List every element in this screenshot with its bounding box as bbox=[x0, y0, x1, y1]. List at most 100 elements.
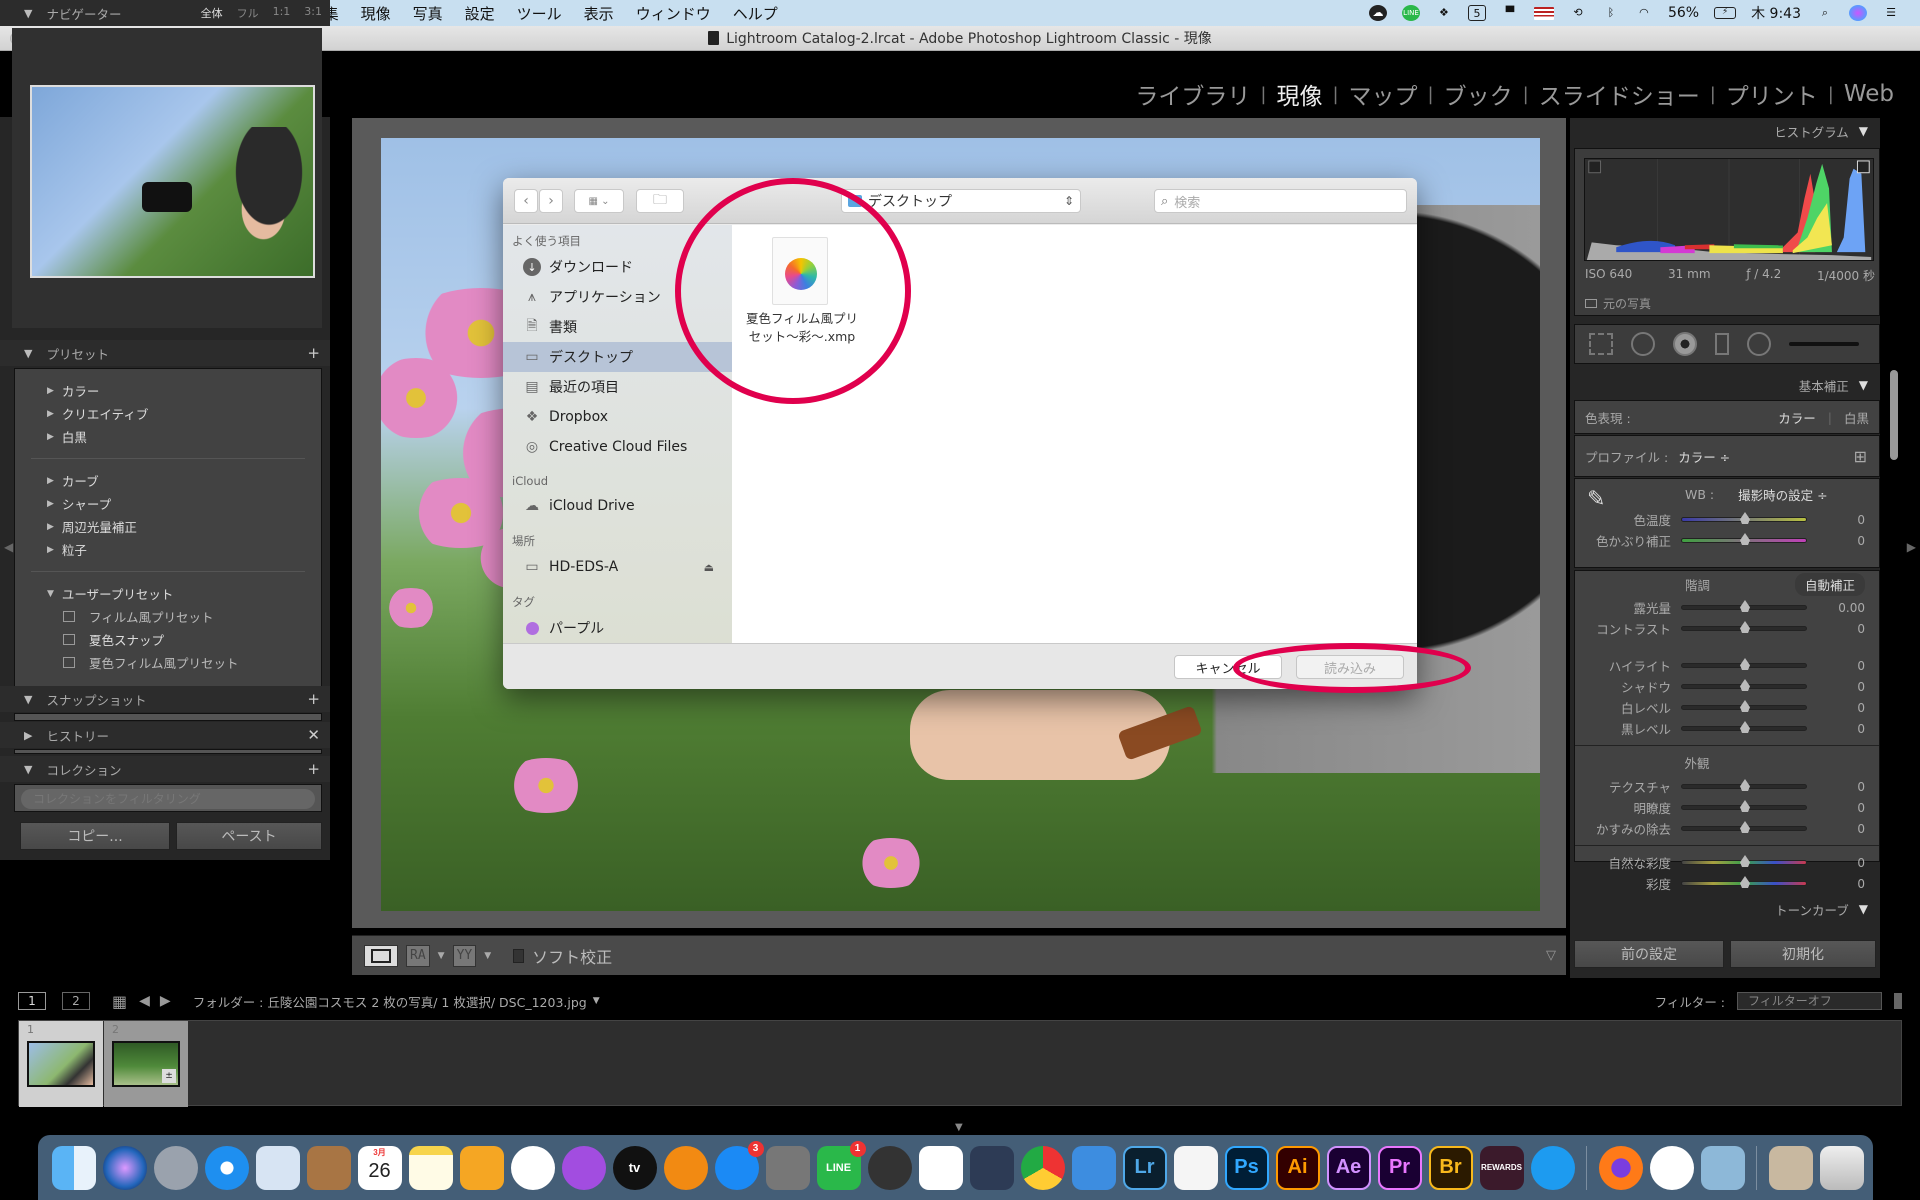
before-after-ra-button[interactable]: RA bbox=[406, 944, 430, 967]
menu-view[interactable]: 表示 bbox=[584, 3, 614, 24]
forward-button[interactable]: › bbox=[539, 189, 563, 213]
filter-lock-icon[interactable] bbox=[1894, 993, 1902, 1009]
dock-firefox-icon[interactable] bbox=[1598, 1145, 1643, 1190]
dock-music-icon[interactable] bbox=[510, 1145, 555, 1190]
time-machine-icon[interactable]: ⟲ bbox=[1569, 5, 1587, 21]
menu-photo[interactable]: 写真 bbox=[413, 3, 443, 24]
menu-help[interactable]: ヘルプ bbox=[733, 3, 778, 24]
slider-value[interactable]: 0.00 bbox=[1838, 601, 1865, 615]
wb-dropdown[interactable]: 撮影時の設定 ÷ bbox=[1738, 485, 1827, 504]
clock[interactable]: 木 9:43 bbox=[1751, 3, 1801, 23]
right-panel-scrollbar[interactable] bbox=[1890, 370, 1898, 460]
back-button[interactable]: ‹ bbox=[514, 189, 538, 213]
slider-track[interactable] bbox=[1681, 800, 1807, 812]
location-popup[interactable]: デスクトップ ⇕ bbox=[841, 189, 1081, 213]
battery-icon[interactable]: ⚡ bbox=[1714, 7, 1737, 19]
dock-illustrator-icon[interactable]: Ai bbox=[1275, 1145, 1320, 1190]
slider-thumb[interactable] bbox=[1740, 700, 1750, 712]
dock-siri-icon[interactable] bbox=[102, 1145, 147, 1190]
slider-track[interactable] bbox=[1681, 876, 1807, 888]
history-header[interactable]: ▶ ヒストリー ✕ bbox=[0, 722, 330, 748]
treatment-bw-option[interactable]: 白黒 bbox=[1844, 408, 1869, 427]
soft-proof-toggle[interactable]: ソフト校正 bbox=[513, 944, 612, 968]
source-dropdown-icon[interactable]: ▼ bbox=[593, 996, 600, 1006]
module-map[interactable]: マップ bbox=[1339, 77, 1428, 111]
preset-group-sharpen[interactable]: ▶ シャープ bbox=[15, 492, 321, 515]
dock-numbers-icon[interactable] bbox=[918, 1145, 963, 1190]
navigator-header[interactable]: ▼ ナビゲーター 全体 フル 1:1 3:1 bbox=[0, 0, 330, 26]
slider-value[interactable]: 0 bbox=[1857, 680, 1865, 694]
slider-track[interactable] bbox=[1681, 821, 1807, 833]
dock-quicktime-icon[interactable] bbox=[867, 1145, 912, 1190]
soft-proof-checkbox[interactable] bbox=[513, 948, 525, 963]
filmstrip-source-info[interactable]: フォルダー : 丘陵公園コスモス 2 枚の写真/ 1 枚選択/ DSC_1203… bbox=[193, 992, 587, 1011]
dock-slack-icon[interactable] bbox=[1649, 1145, 1694, 1190]
dock-chrome-icon[interactable] bbox=[1020, 1145, 1065, 1190]
slider-thumb[interactable] bbox=[1740, 512, 1750, 524]
ra-dropdown-icon[interactable]: ▼ bbox=[438, 951, 445, 961]
slider-track[interactable] bbox=[1681, 679, 1807, 691]
module-slideshow[interactable]: スライドショー bbox=[1529, 77, 1710, 111]
yy-dropdown-icon[interactable]: ▼ bbox=[484, 951, 491, 961]
slider-value[interactable]: 0 bbox=[1857, 534, 1865, 548]
dock-system-preferences-icon[interactable] bbox=[765, 1145, 810, 1190]
dock-lightroom-icon[interactable]: Lr bbox=[1122, 1145, 1167, 1190]
menu-settings[interactable]: 設定 bbox=[465, 3, 495, 24]
slider-thumb[interactable] bbox=[1740, 679, 1750, 691]
reset-button[interactable]: 初期化 bbox=[1730, 940, 1876, 968]
dropbox-icon[interactable]: ❖ bbox=[1435, 5, 1453, 21]
battery-percent[interactable]: 56% bbox=[1668, 5, 1699, 21]
user-preset-item[interactable]: 夏色スナップ bbox=[15, 628, 321, 651]
view-options-button[interactable]: ▦ ⌄ bbox=[574, 189, 624, 213]
basic-header[interactable]: 基本補正 ▼ bbox=[1570, 372, 1880, 398]
dock-finder-icon[interactable] bbox=[51, 1145, 96, 1190]
sidebar-item-icloud-drive[interactable]: ☁ iCloud Drive bbox=[503, 491, 732, 521]
snapshots-header[interactable]: ▼ スナップショット + bbox=[0, 686, 330, 712]
creative-cloud-icon[interactable]: ☁ bbox=[1368, 5, 1387, 21]
dock-preview-icon[interactable] bbox=[1700, 1145, 1745, 1190]
profile-dropdown[interactable]: カラー ÷ bbox=[1678, 447, 1730, 466]
dock-contacts-icon[interactable] bbox=[306, 1145, 351, 1190]
preset-group-user[interactable]: ▼ ユーザープリセット bbox=[15, 582, 321, 605]
navigator-thumbnail[interactable] bbox=[30, 85, 315, 278]
drive-icon[interactable]: ▀ bbox=[1501, 5, 1519, 21]
zoom-fit[interactable]: 全体 bbox=[201, 5, 223, 21]
previous-settings-button[interactable]: 前の設定 bbox=[1574, 940, 1724, 968]
sidebar-item-creative-cloud[interactable]: ◎ Creative Cloud Files bbox=[503, 432, 732, 462]
primary-window-button[interactable]: 1 bbox=[18, 992, 46, 1010]
dock-rewards-icon[interactable]: REWARDS bbox=[1479, 1145, 1524, 1190]
slider-track[interactable] bbox=[1681, 512, 1807, 524]
crop-tool-icon[interactable] bbox=[1589, 333, 1613, 355]
collections-header[interactable]: ▼ コレクション + bbox=[0, 756, 330, 782]
presets-header[interactable]: ▼ プリセット + bbox=[0, 340, 330, 366]
wifi-icon[interactable]: ◠ bbox=[1635, 5, 1653, 21]
dock-podcasts-icon[interactable] bbox=[561, 1145, 606, 1190]
slider-value[interactable]: 0 bbox=[1857, 877, 1865, 891]
menu-tools[interactable]: ツール bbox=[517, 3, 562, 24]
left-panel-toggle-icon[interactable]: ◀ bbox=[4, 540, 13, 554]
line-icon[interactable]: LINE bbox=[1401, 5, 1420, 21]
slider-thumb[interactable] bbox=[1740, 821, 1750, 833]
siri-icon[interactable] bbox=[1849, 5, 1867, 21]
slider-value[interactable]: 0 bbox=[1857, 622, 1865, 636]
dock-calendar-icon[interactable]: 3月 26 bbox=[357, 1145, 402, 1190]
preset-group-color[interactable]: ▶ カラー bbox=[15, 379, 321, 402]
radial-filter-tool-icon[interactable] bbox=[1747, 332, 1771, 356]
loupe-view-button[interactable] bbox=[364, 944, 398, 967]
zoom-1-1[interactable]: 1:1 bbox=[273, 5, 291, 21]
slider-thumb[interactable] bbox=[1740, 721, 1750, 733]
add-preset-icon[interactable]: + bbox=[307, 344, 320, 362]
filmstrip-toggle-icon[interactable]: ▼ bbox=[955, 1122, 963, 1133]
slider-track[interactable] bbox=[1681, 658, 1807, 670]
histogram-header[interactable]: ヒストグラム ▼ bbox=[1570, 118, 1880, 144]
dock-line-icon[interactable]: LINE 1 bbox=[816, 1140, 866, 1190]
graduated-filter-tool-icon[interactable] bbox=[1715, 333, 1729, 355]
slider-thumb[interactable] bbox=[1740, 658, 1750, 670]
dock-mail-icon[interactable] bbox=[255, 1145, 300, 1190]
user-preset-item[interactable]: フィルム風プリセット bbox=[15, 605, 321, 628]
add-snapshot-icon[interactable]: + bbox=[307, 690, 320, 708]
slider-track[interactable] bbox=[1681, 621, 1807, 633]
tone-curve-header[interactable]: トーンカーブ ▼ bbox=[1570, 896, 1880, 922]
slider-value[interactable]: 0 bbox=[1857, 722, 1865, 736]
slider-value[interactable]: 0 bbox=[1857, 659, 1865, 673]
